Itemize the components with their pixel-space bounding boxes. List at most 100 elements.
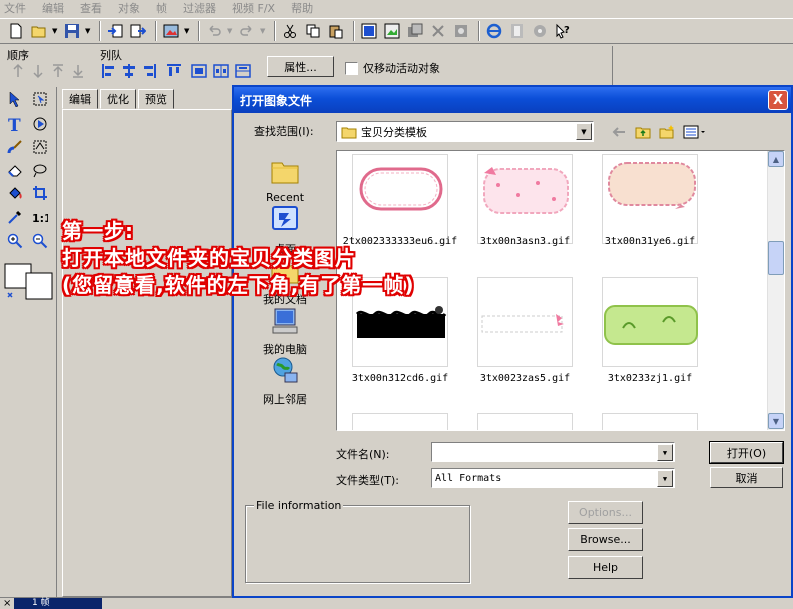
file-thumbnail[interactable] [477, 413, 573, 430]
align-center-icon[interactable] [121, 63, 137, 79]
crop-tool-icon[interactable] [30, 183, 50, 203]
align-hcenter-icon[interactable] [235, 63, 251, 79]
marquee-tool-icon[interactable] [30, 89, 50, 109]
undo-icon[interactable] [204, 21, 224, 41]
chevron-down-icon[interactable]: ▼ [227, 27, 234, 35]
menu-filter[interactable]: 过滤器 [183, 0, 216, 16]
filetype-select[interactable]: All Formats ▼ [431, 468, 675, 488]
open-folder-icon[interactable] [29, 21, 49, 41]
menu-help[interactable]: 帮助 [291, 0, 313, 16]
tab-edit[interactable]: 编辑 [62, 89, 98, 109]
eraser-tool-icon[interactable] [5, 160, 25, 180]
place-recent[interactable]: Recent [253, 155, 317, 204]
chevron-down-icon[interactable]: ▼ [85, 27, 92, 35]
chevron-down-icon[interactable]: ▼ [657, 444, 673, 461]
checkbox-box[interactable] [345, 61, 358, 75]
chevron-down-icon[interactable]: ▼ [52, 27, 59, 35]
delete-frame-icon[interactable] [428, 21, 448, 41]
frame-properties-icon[interactable] [451, 21, 471, 41]
chevron-down-icon[interactable]: ▼ [184, 27, 191, 35]
zoom-out-icon[interactable] [30, 231, 50, 251]
place-my-computer[interactable]: 我的电脑 [253, 305, 317, 357]
color-picker[interactable] [4, 263, 54, 303]
menu-view[interactable]: 查看 [80, 0, 102, 16]
tab-optimize[interactable]: 优化 [100, 89, 136, 109]
import-icon[interactable] [105, 21, 125, 41]
copy-icon[interactable] [303, 21, 323, 41]
move-bottom-icon[interactable] [70, 63, 86, 79]
place-network[interactable]: 网上邻居 [253, 355, 317, 407]
scrollbar-thumb[interactable] [768, 241, 784, 275]
view-menu-icon[interactable] [682, 123, 708, 141]
chevron-down-icon[interactable]: ▼ [657, 470, 673, 487]
actual-size-icon[interactable]: 1:1 [30, 207, 50, 227]
menu-object[interactable]: 对象 [118, 0, 140, 16]
my-computer-icon [272, 308, 298, 334]
align-top-icon[interactable] [166, 63, 182, 79]
eyedropper-tool-icon[interactable] [5, 207, 25, 227]
properties-button[interactable]: 属性... [267, 56, 334, 77]
save-icon[interactable] [62, 21, 82, 41]
scroll-up-icon[interactable]: ▲ [768, 151, 784, 167]
new-folder-icon[interactable] [658, 123, 676, 141]
lasso-tool-icon[interactable] [30, 137, 50, 157]
ellipse-select-icon[interactable] [30, 160, 50, 180]
cut-icon[interactable] [280, 21, 300, 41]
back-icon[interactable] [610, 123, 628, 141]
new-file-icon[interactable] [6, 21, 26, 41]
chevron-down-icon[interactable]: ▼ [576, 123, 592, 140]
menu-video-fx[interactable]: 视频 F/X [232, 0, 275, 16]
scroll-down-icon[interactable]: ▼ [768, 413, 784, 429]
move-down-icon[interactable] [30, 63, 46, 79]
recent-folder-icon [271, 162, 299, 184]
dialog-close-button[interactable]: X [768, 90, 788, 110]
frame-duplicate-icon[interactable] [405, 21, 425, 41]
filename-input[interactable]: ▼ [431, 442, 675, 462]
film-strip-icon[interactable] [507, 21, 527, 41]
file-thumbnail[interactable] [602, 413, 698, 430]
file-name[interactable]: 3tx00n312cd6.gif [337, 373, 463, 384]
menu-frame[interactable]: 帧 [156, 0, 167, 16]
image-editor-icon[interactable] [161, 21, 181, 41]
file-thumbnail[interactable] [352, 413, 448, 430]
wizard-icon[interactable] [530, 21, 550, 41]
menu-file[interactable]: 文件 [4, 0, 26, 16]
rotate-tool-icon[interactable] [30, 114, 50, 134]
frame-add-icon[interactable] [359, 21, 379, 41]
move-active-only-checkbox[interactable]: 仅移动活动对象 [345, 60, 440, 76]
open-button[interactable]: 打开(O) [709, 441, 784, 464]
frame-close-icon[interactable]: × [3, 598, 11, 609]
file-list-scrollbar[interactable]: ▲ ▼ [767, 151, 784, 430]
up-folder-icon[interactable] [634, 123, 652, 141]
tab-preview[interactable]: 预览 [138, 89, 174, 109]
frame-tab-1[interactable]: 1 帧 [14, 598, 102, 609]
fill-tool-icon[interactable] [5, 183, 25, 203]
options-button[interactable]: Options... [568, 501, 643, 524]
chevron-down-icon[interactable]: ▼ [260, 27, 267, 35]
menu-edit[interactable]: 编辑 [42, 0, 64, 16]
browser-preview-icon[interactable] [484, 21, 504, 41]
bring-to-front-icon[interactable] [10, 63, 26, 79]
file-name[interactable]: 3tx0233zj1.gif [587, 373, 713, 384]
move-active-only-label: 仅移动活动对象 [363, 62, 440, 75]
pointer-tool-icon[interactable] [5, 89, 25, 109]
text-tool-icon[interactable]: T [5, 114, 25, 134]
brush-tool-icon[interactable] [5, 137, 25, 157]
cancel-button[interactable]: 取消 [710, 467, 783, 488]
align-left-icon[interactable] [101, 63, 117, 79]
dialog-title-bar[interactable]: 打开图象文件 [234, 87, 791, 113]
redo-icon[interactable] [237, 21, 257, 41]
file-name[interactable]: 3tx0023zas5.gif [462, 373, 588, 384]
browse-button[interactable]: Browse... [568, 528, 643, 551]
look-in-select[interactable]: 宝贝分类模板 ▼ [336, 121, 594, 142]
zoom-in-icon[interactable] [5, 231, 25, 251]
move-top-icon[interactable] [50, 63, 66, 79]
align-right-icon[interactable] [141, 63, 157, 79]
help-button[interactable]: Help [568, 556, 643, 579]
context-help-icon[interactable]: ? [553, 21, 573, 41]
align-middle-icon[interactable] [191, 63, 207, 79]
align-vcenter-icon[interactable] [213, 63, 229, 79]
export-icon[interactable] [128, 21, 148, 41]
paste-icon[interactable] [326, 21, 346, 41]
frame-image-icon[interactable] [382, 21, 402, 41]
